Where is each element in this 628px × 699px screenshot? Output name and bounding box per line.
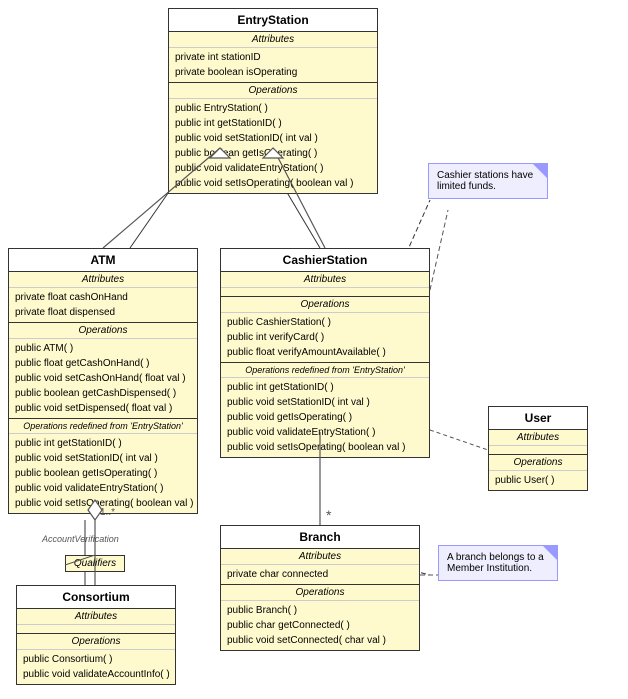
consortium-attr-label: Attributes (17, 609, 175, 625)
user-class: User Attributes Operations public User( … (488, 406, 588, 491)
cashier-note: Cashier stations have limited funds. (428, 163, 548, 199)
qualifiers-box: Qualifiers (65, 555, 125, 572)
cashier-note-text: Cashier stations have limited funds. (437, 170, 533, 192)
user-attributes (489, 446, 587, 454)
user-attr-label: Attributes (489, 430, 587, 446)
branch-attr-label: Attributes (221, 549, 419, 565)
consortium-ops-label: Operations (17, 634, 175, 650)
atm-class: ATM Attributes private float cashOnHand … (8, 248, 198, 514)
diagram-container: EntryStation Attributes private int stat… (0, 0, 628, 699)
cashier-station-ops-label: Operations (221, 297, 429, 313)
atm-operations: public ATM( ) public float getCashOnHand… (9, 339, 197, 418)
atm-attributes: private float cashOnHand private float d… (9, 288, 197, 322)
branch-attributes: private char connected (221, 565, 419, 584)
branch-name: Branch (221, 526, 419, 549)
consortium-name: Consortium (17, 586, 175, 609)
cashier-station-redefined: public int getStationID( ) public void s… (221, 378, 429, 457)
branch-note: A branch belongs to a Member Institution… (438, 545, 558, 581)
cashier-station-operations: public CashierStation( ) public int veri… (221, 313, 429, 362)
cashier-station-class: CashierStation Attributes Operations pub… (220, 248, 430, 458)
cashier-station-attributes (221, 288, 429, 296)
entry-station-operations: public EntryStation( ) public int getSta… (169, 99, 377, 193)
atm-ops-label: Operations (9, 323, 197, 339)
consortium-class: Consortium Attributes Operations public … (16, 585, 176, 685)
atm-redefined-label: Operations redefined from 'EntryStation' (9, 419, 197, 434)
cashier-station-attr-label: Attributes (221, 272, 429, 288)
svg-text:*: * (326, 507, 332, 523)
entry-station-attributes: private int stationID private boolean is… (169, 48, 377, 82)
svg-text:AccountVerification: AccountVerification (41, 534, 119, 544)
atm-attr-label: Attributes (9, 272, 197, 288)
branch-ops-label: Operations (221, 585, 419, 601)
consortium-attributes (17, 625, 175, 633)
entry-station-attr-label: Attributes (169, 32, 377, 48)
user-operations: public User( ) (489, 471, 587, 490)
entry-station-ops-label: Operations (169, 83, 377, 99)
entry-station-name: EntryStation (169, 9, 377, 32)
user-name: User (489, 407, 587, 430)
branch-class: Branch Attributes private char connected… (220, 525, 420, 651)
atm-redefined: public int getStationID( ) public void s… (9, 434, 197, 513)
qualifiers-label: Qualifiers (74, 558, 116, 569)
atm-name: ATM (9, 249, 197, 272)
cashier-station-name: CashierStation (221, 249, 429, 272)
consortium-operations: public Consortium( ) public void validat… (17, 650, 175, 684)
user-ops-label: Operations (489, 455, 587, 471)
branch-note-text: A branch belongs to a Member Institution… (447, 552, 544, 574)
cashier-station-redefined-label: Operations redefined from 'EntryStation' (221, 363, 429, 378)
entry-station-class: EntryStation Attributes private int stat… (168, 8, 378, 194)
branch-operations: public Branch( ) public char getConnecte… (221, 601, 419, 650)
